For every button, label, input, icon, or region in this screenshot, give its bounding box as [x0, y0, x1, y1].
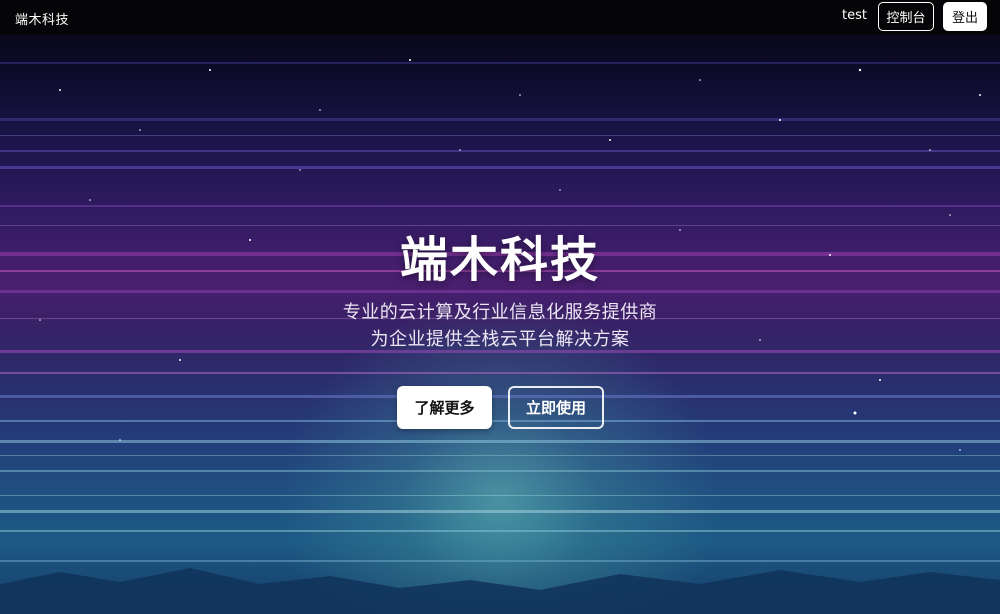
- use-now-button[interactable]: 立即使用: [508, 386, 604, 429]
- mountains-silhouette: [0, 568, 1000, 614]
- hero-subtitle-line2: 为企业提供全栈云平台解决方案: [370, 329, 630, 350]
- learn-more-button[interactable]: 了解更多: [397, 386, 492, 429]
- brand-logo-text[interactable]: 端木科技: [15, 9, 69, 28]
- console-button[interactable]: 控制台: [878, 2, 934, 31]
- hero-title: 端木科技: [399, 232, 600, 288]
- landing-page: 端木科技 test 控制台 登出 端木科技 专业的云计算及行业信息化服务提供商 …: [0, 0, 1000, 614]
- user-name: test: [842, 8, 867, 23]
- hero-subtitle-line1: 专业的云计算及行业信息化服务提供商: [342, 302, 658, 323]
- top-navbar: 端木科技 test 控制台 登出: [0, 0, 1000, 34]
- logout-button[interactable]: 登出: [943, 2, 987, 31]
